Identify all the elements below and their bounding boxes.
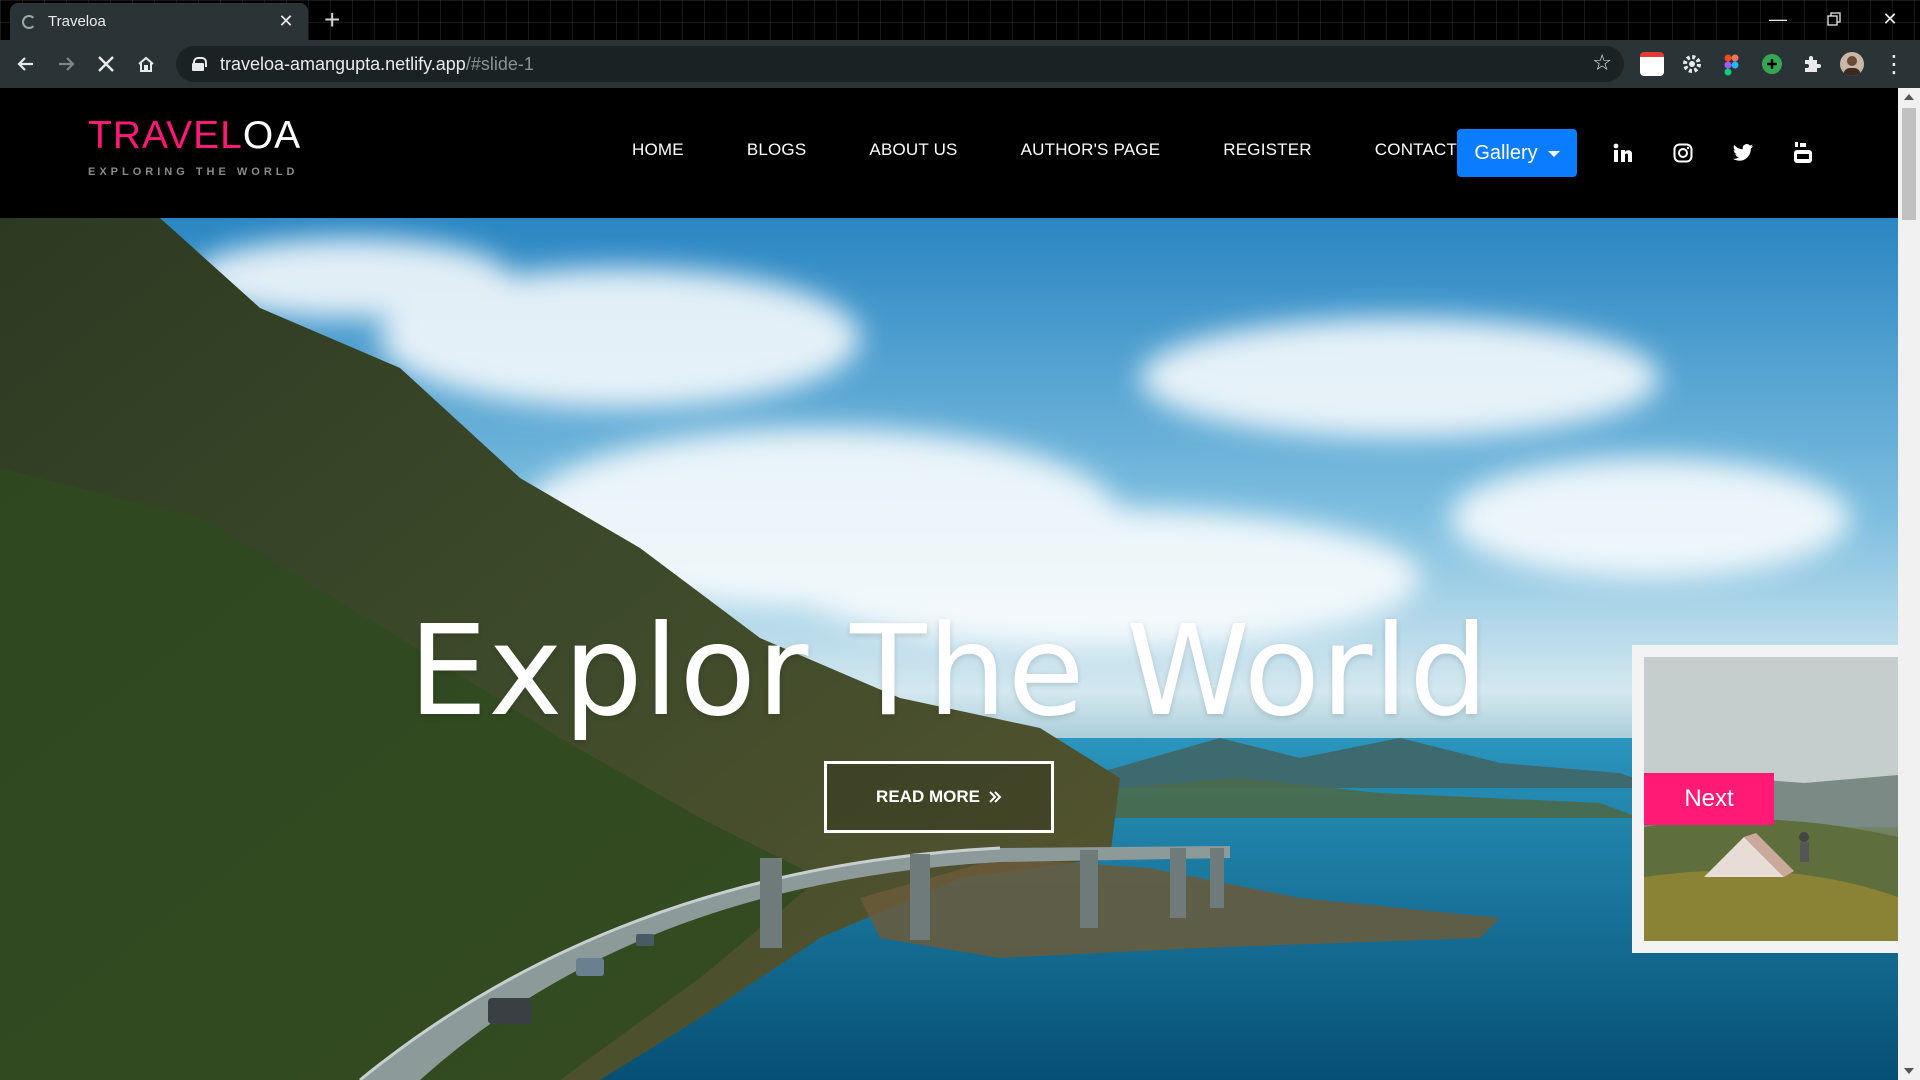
window-close-icon[interactable]: ✕ (1862, 0, 1918, 38)
twitter-icon[interactable] (1728, 138, 1758, 168)
stop-loading-icon[interactable] (90, 48, 122, 80)
browser-toolbar: traveloa-amangupta.netlify.app/#slide-1 … (0, 40, 1920, 88)
home-icon[interactable] (130, 48, 162, 80)
lock-icon (192, 57, 207, 71)
url-host: traveloa-amangupta.netlify.app (220, 53, 466, 74)
logo-text-travel: TRAVEL (88, 114, 243, 157)
gear-extension-icon[interactable] (1680, 52, 1704, 76)
forward-icon[interactable] (50, 48, 82, 80)
calendar-extension-icon[interactable] (1640, 52, 1664, 76)
browser-tab-strip: Traveloa ✕ + — ✕ (0, 0, 1920, 40)
read-more-button[interactable]: READ MORE (824, 761, 1054, 833)
address-bar[interactable]: traveloa-amangupta.netlify.app/#slide-1 … (176, 46, 1624, 82)
tab-close-icon[interactable]: ✕ (276, 11, 296, 32)
next-slide-button[interactable]: Next (1644, 773, 1774, 825)
add-extension-icon[interactable] (1760, 52, 1784, 76)
web-page: TRAVELOA EXPLORING THE WORLD HOME BLOGS … (0, 88, 1898, 1080)
bookmark-star-icon[interactable]: ☆ (1592, 50, 1612, 76)
new-tab-icon[interactable]: + (324, 4, 340, 36)
instagram-icon[interactable] (1668, 138, 1698, 168)
profile-avatar[interactable] (1840, 52, 1864, 76)
nav-about-us[interactable]: ABOUT US (869, 140, 957, 160)
youtube-icon[interactable] (1788, 138, 1818, 168)
browser-tab[interactable]: Traveloa ✕ (10, 3, 308, 40)
read-more-label: READ MORE (876, 787, 980, 806)
double-chevron-right-icon (989, 791, 1002, 803)
figma-extension-icon[interactable] (1720, 52, 1744, 76)
hero-headline: Explor The World (408, 599, 1490, 744)
nav-authors-page[interactable]: AUTHOR'S PAGE (1021, 140, 1161, 160)
site-navbar: TRAVELOA EXPLORING THE WORLD HOME BLOGS … (0, 88, 1898, 218)
nav-register[interactable]: REGISTER (1223, 140, 1312, 160)
browser-menu-icon[interactable]: ⋮ (1878, 48, 1910, 80)
scroll-up-arrow-icon[interactable] (1904, 94, 1914, 100)
nav-contact[interactable]: CONTACT (1375, 140, 1457, 160)
nav-blogs[interactable]: BLOGS (747, 140, 807, 160)
caret-down-icon (1547, 151, 1560, 157)
scrollbar-thumb[interactable] (1902, 108, 1916, 220)
page-scrollbar[interactable] (1898, 88, 1920, 1080)
gallery-label: Gallery (1474, 141, 1538, 164)
scroll-down-arrow-icon[interactable] (1904, 1068, 1914, 1074)
logo-tagline: EXPLORING THE WORLD (88, 166, 299, 178)
linkedin-icon[interactable] (1608, 138, 1638, 168)
gallery-dropdown-button[interactable]: Gallery (1457, 129, 1577, 177)
restore-icon[interactable] (1806, 0, 1862, 38)
site-logo[interactable]: TRAVELOA EXPLORING THE WORLD (88, 114, 301, 178)
hero-slide: Explor The World READ MORE Next (0, 218, 1898, 1080)
tab-title: Traveloa (48, 13, 106, 30)
url-path: /#slide-1 (465, 53, 534, 74)
main-nav: HOME BLOGS ABOUT US AUTHOR'S PAGE REGIST… (632, 140, 1457, 160)
extensions-puzzle-icon[interactable] (1800, 52, 1824, 76)
back-icon[interactable] (10, 48, 42, 80)
logo-text-oa: OA (242, 114, 302, 157)
loading-icon (22, 14, 36, 29)
minimize-icon[interactable]: — (1750, 0, 1806, 38)
nav-home[interactable]: HOME (632, 140, 684, 160)
next-label: Next (1684, 785, 1734, 812)
